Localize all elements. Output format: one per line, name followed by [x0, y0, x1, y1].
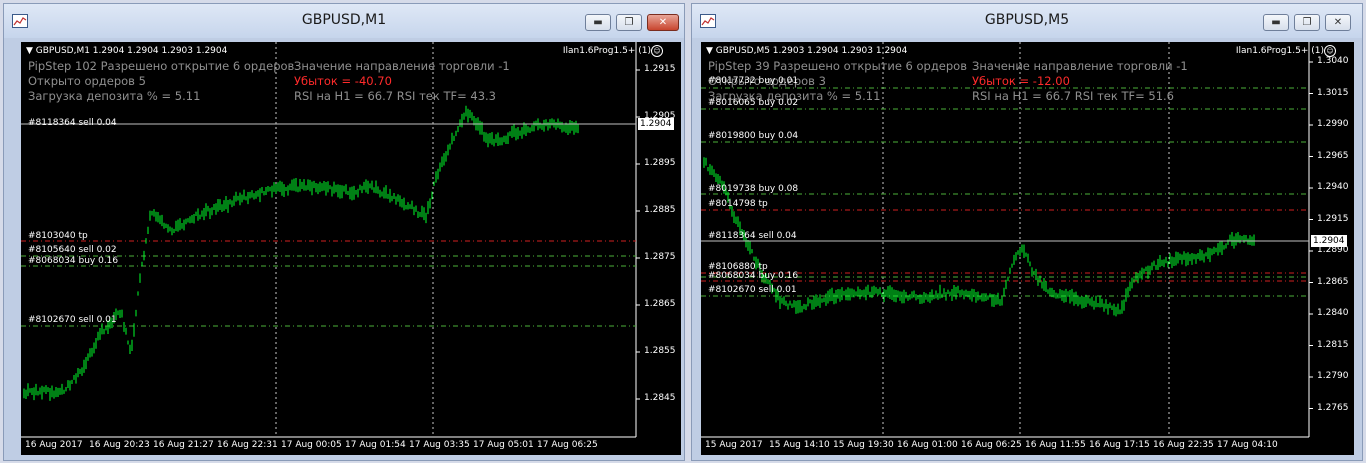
chart-window-m1[interactable]: GBPUSD,M1 ▬ ❐ ✕ ▼ GBPUSD,M1 1.2904 1.290… — [3, 3, 685, 461]
order-label: #8019738 buy 0.08 — [708, 184, 799, 194]
price-tick-label: 1.2915 — [644, 64, 676, 74]
price-tick-label: 1.3015 — [1317, 87, 1349, 98]
time-tick-label: 17 Aug 03:35 — [409, 440, 470, 450]
price-tick-label: 1.2815 — [1317, 339, 1349, 350]
close-button[interactable]: ✕ — [1325, 14, 1351, 31]
order-label: #8014798 tp — [708, 199, 768, 209]
price-tick-label: 1.2855 — [644, 346, 676, 356]
info-rsi: RSI на H1 = 66.7 RSI тек TF= 51.6 — [972, 89, 1174, 103]
price-tick-label: 1.2990 — [1317, 119, 1349, 129]
price-tick-label: 1.2940 — [1317, 182, 1349, 192]
order-label: #8068034 buy 0.16 — [28, 256, 119, 266]
time-tick-label: 16 Aug 22:31 — [217, 440, 278, 450]
symbol-header: ▼ GBPUSD,M1 1.2904 1.2904 1.2903 1.2904 — [26, 46, 228, 56]
current-price-label: 1.2904 — [1311, 235, 1347, 247]
smiley-icon: ☺ — [651, 45, 663, 57]
price-chart[interactable]: ▼ GBPUSD,M1 1.2904 1.2904 1.2903 1.2904 … — [21, 42, 681, 455]
time-tick-label: 16 Aug 06:25 — [961, 440, 1022, 450]
window-title: GBPUSD,M1 — [301, 12, 387, 28]
price-tick-label: 1.2895 — [644, 158, 676, 168]
time-tick-label: 16 Aug 17:15 — [1089, 440, 1150, 450]
price-tick-label: 1.2885 — [644, 205, 676, 215]
price-tick-label: 1.2875 — [644, 252, 676, 262]
order-label: #8102670 sell 0.01 — [28, 315, 117, 325]
symbol-header: ▼ GBPUSD,M5 1.2903 1.2904 1.2903 1.2904 — [706, 46, 908, 56]
minimize-button[interactable]: ▬ — [1263, 14, 1289, 31]
order-label: #8105640 sell 0.02 — [28, 245, 117, 255]
price-tick-label: 1.2865 — [644, 299, 676, 309]
current-price-label: 1.2904 — [638, 118, 674, 130]
info-loss: Убыток = -40.70 — [294, 74, 392, 88]
info-pipstep: PipStep 102 Разрешено открытие 6 ордеров — [28, 59, 295, 73]
price-tick-label: 1.3040 — [1317, 56, 1349, 66]
time-tick-label: 15 Aug 2017 — [705, 440, 763, 450]
order-label: #8017732 buy 0.01 — [708, 76, 799, 86]
minimize-button[interactable]: ▬ — [585, 14, 611, 31]
order-label: #8118364 sell 0.04 — [28, 118, 117, 128]
chart-canvas — [21, 42, 640, 438]
price-chart[interactable]: ▼ GBPUSD,M5 1.2903 1.2904 1.2903 1.2904 … — [701, 42, 1354, 455]
time-tick-label: 16 Aug 01:00 — [897, 440, 958, 450]
info-direction: Значение направление торговли -1 — [294, 59, 510, 73]
time-tick-label: 16 Aug 21:27 — [153, 440, 214, 450]
close-button[interactable]: ✕ — [647, 14, 679, 31]
price-tick-label: 1.2845 — [644, 393, 676, 403]
expert-advisor-name: Ilan1.6Prog1.5+ (1) — [562, 46, 651, 56]
time-tick-label: 16 Aug 20:23 — [89, 440, 150, 450]
time-tick-label: 15 Aug 19:30 — [833, 440, 894, 450]
chart-canvas — [701, 42, 1313, 438]
info-pipstep: PipStep 39 Разрешено открытие 6 ордеров — [708, 59, 967, 73]
title-bar[interactable]: GBPUSD,M1 ▬ ❐ ✕ — [4, 4, 684, 38]
price-tick-label: 1.2915 — [1317, 213, 1349, 224]
expert-advisor-name: Ilan1.6Prog1.5+ (1) — [1235, 46, 1324, 56]
time-tick-label: 16 Aug 22:35 — [1153, 440, 1214, 450]
price-tick-label: 1.2790 — [1317, 371, 1349, 381]
time-tick-label: 17 Aug 01:54 — [345, 440, 406, 450]
order-label: #8103040 tp — [28, 231, 88, 241]
maximize-button[interactable]: ❐ — [616, 14, 642, 31]
order-label: #8068034 buy 0.16 — [708, 271, 799, 281]
price-tick-label: 1.2765 — [1317, 402, 1349, 413]
info-direction: Значение направление торговли -1 — [972, 59, 1188, 73]
time-tick-label: 16 Aug 11:55 — [1025, 440, 1086, 450]
time-tick-label: 17 Aug 06:25 — [537, 440, 598, 450]
price-tick-label: 1.2865 — [1317, 276, 1349, 287]
time-tick-label: 15 Aug 14:10 — [769, 440, 830, 450]
info-rsi: RSI на H1 = 66.7 RSI тек TF= 43.3 — [294, 89, 496, 103]
time-tick-label: 17 Aug 05:01 — [473, 440, 534, 450]
info-deposit-load: Загрузка депозита % = 5.11 — [28, 89, 201, 103]
order-label: #8102670 sell 0.01 — [708, 285, 797, 295]
order-label: #8118364 sell 0.04 — [708, 231, 797, 241]
maximize-button[interactable]: ❐ — [1294, 14, 1320, 31]
price-tick-label: 1.2840 — [1317, 308, 1349, 318]
order-label: #8016065 buy 0.02 — [708, 98, 799, 108]
price-tick-label: 1.2965 — [1317, 150, 1349, 161]
info-loss: Убыток = -12.00 — [972, 74, 1070, 88]
info-open-orders: Открыто ордеров 5 — [28, 74, 146, 88]
time-tick-label: 17 Aug 00:05 — [281, 440, 342, 450]
order-label: #8019800 buy 0.04 — [708, 131, 799, 141]
chart-window-m5[interactable]: GBPUSD,M5 ▬ ❐ ✕ ▼ GBPUSD,M5 1.2903 1.290… — [691, 3, 1363, 461]
time-tick-label: 17 Aug 04:10 — [1217, 440, 1278, 450]
time-tick-label: 16 Aug 2017 — [25, 440, 83, 450]
title-bar[interactable]: GBPUSD,M5 ▬ ❐ ✕ — [692, 4, 1362, 38]
window-title: GBPUSD,M5 — [984, 12, 1070, 28]
